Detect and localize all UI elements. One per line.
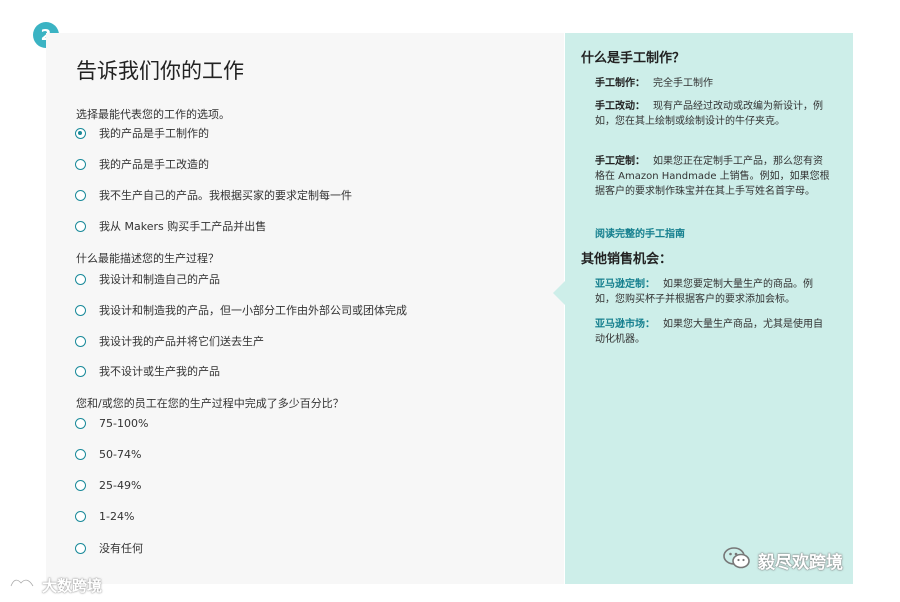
radio-button[interactable] (75, 158, 86, 170)
sidebar-heading-what-is-handmade: 什么是手工制作？ (581, 51, 686, 66)
watermark-right-text: 毅尽欢跨境 (758, 553, 843, 573)
radio-button[interactable] (75, 542, 86, 554)
option-label: 我的产品是手工改造的 (99, 158, 209, 171)
option-label: 我从 Makers 购买手工产品并出售 (99, 220, 267, 233)
question-production-process: 什么最能描述您的生产过程？ (76, 252, 219, 265)
sidebar-term: 手工定制： (595, 156, 645, 167)
sidebar-item-hand-altered: 手工改动： 现有产品经过改动或改编为新设计，例如，您在其上绘制或绘制设计的牛仔夹克… (595, 99, 831, 129)
radio-option-handmade[interactable]: 我的产品是手工制作的 (75, 125, 209, 141)
wechat-icon (722, 545, 752, 576)
sidebar-term: 亚马逊市场： (595, 319, 655, 330)
option-label: 我不设计或生产我的产品 (99, 365, 220, 378)
radio-option-partly-outsourced[interactable]: 我设计和制造我的产品，但一小部分工作由外部公司或团体完成 (75, 302, 407, 318)
sidebar-term: 手工改动： (595, 101, 645, 112)
watermark-left-text: 大数跨境 (42, 576, 103, 595)
watermark-right: 毅尽欢跨境 (722, 545, 843, 576)
radio-option-hand-altered[interactable]: 我的产品是手工改造的 (75, 156, 209, 172)
watermark-logo-icon (8, 574, 36, 596)
option-label: 我设计我的产品并将它们送去生产 (99, 335, 264, 348)
radio-option-design-and-make[interactable]: 我设计和制造自己的产品 (75, 271, 220, 287)
radio-button[interactable] (75, 418, 86, 429)
option-label: 50-74% (99, 448, 142, 461)
option-label: 我的产品是手工制作的 (99, 127, 209, 140)
radio-option-design-send-production[interactable]: 我设计我的产品并将它们送去生产 (75, 333, 264, 349)
radio-button-checked[interactable] (75, 127, 86, 139)
sidebar-item-handmade: 手工制作： 完全手工制作 (595, 76, 831, 91)
radio-option-buy-from-makers[interactable]: 我从 Makers 购买手工产品并出售 (75, 218, 266, 234)
option-label: 1-24% (99, 510, 135, 523)
sidebar-desc: 完全手工制作 (653, 78, 713, 89)
sidebar-term: 亚马逊定制： (595, 279, 655, 290)
sidebar-term: 手工制作： (595, 78, 645, 89)
radio-button[interactable] (75, 449, 86, 460)
option-label: 我设计和制造自己的产品 (99, 273, 220, 286)
question-work-type: 选择最能代表您的工作的选项。 (76, 108, 230, 121)
handmade-guide-link[interactable]: 阅读完整的手工指南 (595, 225, 685, 240)
radio-option-no-design-no-produce[interactable]: 我不设计或生产我的产品 (75, 363, 220, 379)
option-label: 我设计和制造我的产品，但一小部分工作由外部公司或团体完成 (99, 304, 407, 317)
radio-option-custom-per-request[interactable]: 我不生产自己的产品。我根据买家的要求定制每一件 (75, 187, 352, 203)
radio-option-25-49[interactable]: 25-49% (75, 479, 141, 492)
option-label: 75-100% (99, 417, 149, 430)
radio-button[interactable] (75, 335, 86, 347)
questionnaire-panel: 告诉我们你的工作 选择最能代表您的工作的选项。 我的产品是手工制作的 我的产品是… (46, 33, 564, 584)
info-sidebar: 什么是手工制作？ 手工制作： 完全手工制作 手工改动： 现有产品经过改动或改编为新设… (553, 33, 853, 584)
radio-button[interactable] (75, 365, 86, 377)
page-title: 告诉我们你的工作 (76, 59, 244, 83)
radio-option-50-74[interactable]: 50-74% (75, 448, 141, 461)
sidebar-heading-other-opportunities: 其他销售机会： (581, 252, 673, 267)
question-percentage-done: 您和/或您的员工在您的生产过程中完成了多少百分比？ (76, 397, 344, 410)
sidebar-item-hand-customized: 手工定制： 如果您正在定制手工产品，那么您有资格在 Amazon Handmade… (595, 154, 831, 199)
option-label: 没有任何 (99, 542, 143, 555)
radio-button[interactable] (75, 480, 86, 491)
radio-option-none[interactable]: 没有任何 (75, 540, 143, 556)
watermark-left: 大数跨境 (8, 574, 102, 596)
option-label: 我不生产自己的产品。我根据买家的要求定制每一件 (99, 189, 352, 202)
radio-button[interactable] (75, 273, 86, 285)
radio-button[interactable] (75, 304, 86, 316)
sidebar-item-amazon-custom: 亚马逊定制： 如果您要定制大量生产的商品。例如，您购买杯子并根据客户的要求添加会标… (595, 277, 831, 307)
radio-button[interactable] (75, 511, 86, 522)
radio-option-75-100[interactable]: 75-100% (75, 417, 148, 430)
sidebar-pointer-arrow (553, 281, 565, 305)
radio-option-1-24[interactable]: 1-24% (75, 510, 134, 523)
radio-button[interactable] (75, 220, 86, 232)
radio-button[interactable] (75, 189, 86, 201)
sidebar-item-amazon-marketplace: 亚马逊市场： 如果您大量生产商品，尤其是使用自动化机器。 (595, 317, 831, 347)
option-label: 25-49% (99, 479, 142, 492)
